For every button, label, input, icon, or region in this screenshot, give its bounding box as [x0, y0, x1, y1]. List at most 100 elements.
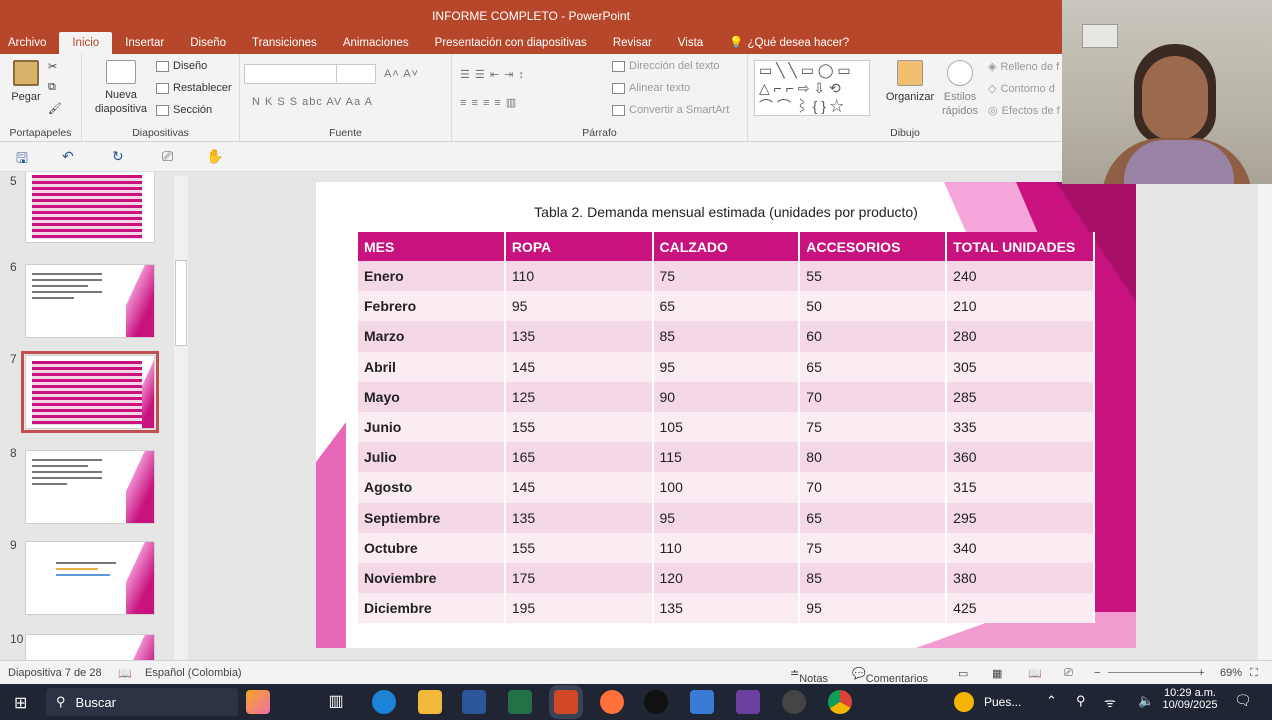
chrome-icon[interactable]: [828, 690, 852, 714]
value-cell[interactable]: 280: [946, 321, 1095, 352]
normal-view-icon[interactable]: ▭: [958, 667, 968, 680]
taskbar-search[interactable]: ⚲ Buscar: [46, 688, 238, 716]
layout-button[interactable]: Diseño: [156, 60, 207, 72]
value-cell[interactable]: 120: [652, 562, 801, 594]
cut-icon[interactable]: ✂: [48, 60, 57, 73]
month-cell[interactable]: Septiembre: [358, 502, 506, 533]
value-cell[interactable]: 210: [946, 291, 1095, 322]
month-cell[interactable]: Julio: [358, 442, 506, 473]
font-size-field[interactable]: [336, 64, 376, 84]
value-cell[interactable]: 85: [799, 562, 948, 594]
undo-icon[interactable]: ↶: [62, 148, 74, 165]
excel-icon[interactable]: [508, 690, 532, 714]
value-cell[interactable]: 135: [504, 321, 654, 352]
value-cell[interactable]: 135: [504, 502, 654, 533]
network-icon[interactable]: ⚲: [1076, 693, 1086, 709]
value-cell[interactable]: 135: [652, 593, 801, 624]
start-slideshow-icon[interactable]: ⎚: [162, 148, 173, 165]
flowers-widget-icon[interactable]: [246, 690, 270, 714]
value-cell[interactable]: 95: [652, 502, 801, 533]
month-cell[interactable]: Abril: [358, 351, 506, 382]
file-explorer-icon[interactable]: [418, 690, 442, 714]
weather-icon[interactable]: [954, 692, 974, 712]
tab-inicio[interactable]: Inicio: [59, 32, 113, 54]
value-cell[interactable]: 100: [652, 472, 801, 503]
value-cell[interactable]: 285: [946, 381, 1095, 412]
value-cell[interactable]: 115: [652, 442, 801, 473]
value-cell[interactable]: 95: [799, 593, 948, 624]
windows-start-icon[interactable]: ⊞: [14, 693, 27, 713]
copy-icon[interactable]: ⧉: [48, 81, 56, 94]
format-buttons[interactable]: N K S S abc AV Aa A: [252, 96, 373, 108]
paste-button[interactable]: Pegar: [6, 60, 46, 104]
value-cell[interactable]: 65: [799, 351, 948, 382]
save-icon[interactable]: 🖫: [16, 148, 28, 172]
task-view-icon[interactable]: ▥: [324, 690, 348, 714]
value-cell[interactable]: 335: [946, 411, 1095, 443]
spellcheck-icon[interactable]: 📖: [118, 667, 132, 680]
reset-button[interactable]: Restablecer: [156, 82, 232, 94]
value-cell[interactable]: 305: [946, 351, 1095, 382]
value-cell[interactable]: 105: [652, 411, 801, 443]
tab-archivo[interactable]: Archivo: [0, 32, 59, 54]
notification-icon[interactable]: 🗨: [1234, 692, 1252, 709]
value-cell[interactable]: 340: [946, 532, 1095, 563]
slide-thumbnail-8[interactable]: [25, 450, 155, 524]
month-cell[interactable]: Octubre: [358, 532, 506, 563]
zoom-slider[interactable]: [1108, 672, 1198, 673]
zoom-in-button[interactable]: +: [1198, 667, 1204, 679]
recorder-icon[interactable]: [782, 690, 806, 714]
notes-button[interactable]: ≐ Notas: [790, 667, 828, 685]
app-icon[interactable]: [736, 690, 760, 714]
value-cell[interactable]: 195: [504, 593, 654, 624]
touch-mode-icon[interactable]: ✋: [206, 148, 223, 165]
slide-sorter-icon[interactable]: ▦: [992, 667, 1002, 680]
tray-chevron-icon[interactable]: ⌃: [1046, 693, 1057, 709]
slide-title[interactable]: Tabla 2. Demanda mensual estimada (unida…: [316, 204, 1136, 220]
month-cell[interactable]: Noviembre: [358, 562, 506, 594]
clock[interactable]: 10:29 a.m. 10/09/2025: [1162, 687, 1218, 711]
value-cell[interactable]: 70: [799, 472, 948, 503]
fit-slide-icon[interactable]: ⛶: [1250, 667, 1258, 680]
edge-icon[interactable]: [372, 690, 396, 714]
shape-outline-button[interactable]: ◇ Contorno d: [988, 82, 1055, 96]
tab-vista[interactable]: Vista: [665, 32, 716, 54]
quick-styles-button[interactable]: Estilos rápidos: [936, 60, 984, 118]
comments-button[interactable]: 💬 Comentarios: [852, 667, 928, 685]
month-cell[interactable]: Diciembre: [358, 593, 506, 624]
tab-presentacion[interactable]: Presentación con diapositivas: [422, 32, 600, 54]
word-icon[interactable]: [462, 690, 486, 714]
value-cell[interactable]: 145: [504, 472, 654, 503]
month-cell[interactable]: Febrero: [358, 291, 506, 322]
shape-effects-button[interactable]: ◎ Efectos de f: [988, 104, 1060, 118]
scrollbar-thumb[interactable]: [175, 260, 187, 346]
tab-animaciones[interactable]: Animaciones: [330, 32, 422, 54]
value-cell[interactable]: 70: [799, 381, 948, 412]
slide-thumbnail-10[interactable]: [25, 634, 155, 660]
slide-7[interactable]: Tabla 2. Demanda mensual estimada (unida…: [316, 182, 1136, 648]
editor-scrollbar[interactable]: [1258, 172, 1272, 660]
arrange-button[interactable]: Organizar: [884, 60, 936, 104]
tab-diseno[interactable]: Diseño: [177, 32, 239, 54]
value-cell[interactable]: 315: [946, 472, 1095, 503]
thumbnails-scrollbar[interactable]: [174, 176, 188, 660]
value-cell[interactable]: 65: [799, 502, 948, 533]
align-text-button[interactable]: Alinear texto: [612, 82, 690, 94]
reading-view-icon[interactable]: 📖: [1028, 667, 1042, 680]
value-cell[interactable]: 80: [799, 442, 948, 473]
value-cell[interactable]: 50: [799, 291, 948, 322]
value-cell[interactable]: 60: [799, 321, 948, 352]
weather-label[interactable]: Pues...: [984, 695, 1021, 709]
slide-thumbnail-6[interactable]: [25, 264, 155, 338]
value-cell[interactable]: 155: [504, 532, 654, 563]
month-cell[interactable]: Marzo: [358, 321, 506, 352]
shapes-gallery[interactable]: ▭ ╲ ╲ ▭ ◯ ▭ △ ⌐ ⌐ ⇨ ⇩ ⟲ ⌒ ⌒ ⌇ { } ☆: [754, 60, 870, 116]
value-cell[interactable]: 90: [652, 381, 801, 412]
value-cell[interactable]: 65: [652, 291, 801, 322]
value-cell[interactable]: 425: [946, 593, 1095, 624]
firefox-icon[interactable]: [600, 690, 624, 714]
store-icon[interactable]: [690, 690, 714, 714]
zoom-level[interactable]: 69%: [1220, 667, 1242, 679]
redo-icon[interactable]: ↻: [112, 148, 124, 165]
month-cell[interactable]: Mayo: [358, 381, 506, 412]
